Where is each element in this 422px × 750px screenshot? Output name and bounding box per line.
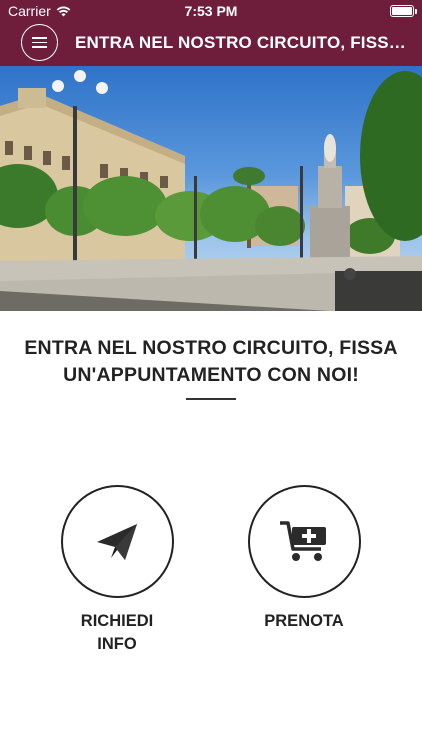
request-info-circle[interactable] xyxy=(60,485,174,598)
headline-line-2: UN'APPUNTAMENTO CON NOI! xyxy=(63,364,359,386)
navigation-bar: ENTRA NEL NOSTRO CIRCUITO, FISSA UN'APPU… xyxy=(0,22,422,66)
book-button[interactable]: PRENOTA xyxy=(234,485,374,633)
hero-image xyxy=(0,66,422,311)
request-info-label-line-1: RICHIEDI xyxy=(80,612,154,630)
headline-line-1: ENTRA NEL NOSTRO CIRCUITO, FISSA xyxy=(24,337,398,359)
status-bar: Carrier 7:53 PM xyxy=(0,0,422,22)
hamburger-icon-line xyxy=(32,46,47,48)
book-circle[interactable] xyxy=(247,485,361,598)
city-square-photo xyxy=(0,70,422,311)
menu-button[interactable] xyxy=(21,24,58,61)
hamburger-icon-line xyxy=(32,41,47,44)
battery-tip xyxy=(415,9,417,14)
book-label-line-1: PRENOTA xyxy=(264,612,344,630)
paper-plane-icon xyxy=(97,523,137,560)
request-info-label: RICHIEDI INFO xyxy=(47,610,187,656)
headline-divider xyxy=(186,398,236,400)
book-label: PRENOTA xyxy=(234,610,374,633)
nav-title: ENTRA NEL NOSTRO CIRCUITO, FISSA UN'APPU… xyxy=(75,33,415,52)
hamburger-icon-line xyxy=(32,37,47,39)
request-info-button[interactable]: RICHIEDI INFO xyxy=(47,485,187,656)
status-time: 7:53 PM xyxy=(184,3,238,19)
battery-icon xyxy=(390,5,414,17)
cart-add-icon xyxy=(280,520,326,561)
page-headline: ENTRA NEL NOSTRO CIRCUITO, FISSA UN'APPU… xyxy=(0,335,422,389)
top-bar: Carrier 7:53 PM ENTRA NEL NOSTRO CIRCUIT… xyxy=(0,0,422,66)
request-info-label-line-2: INFO xyxy=(97,635,137,653)
